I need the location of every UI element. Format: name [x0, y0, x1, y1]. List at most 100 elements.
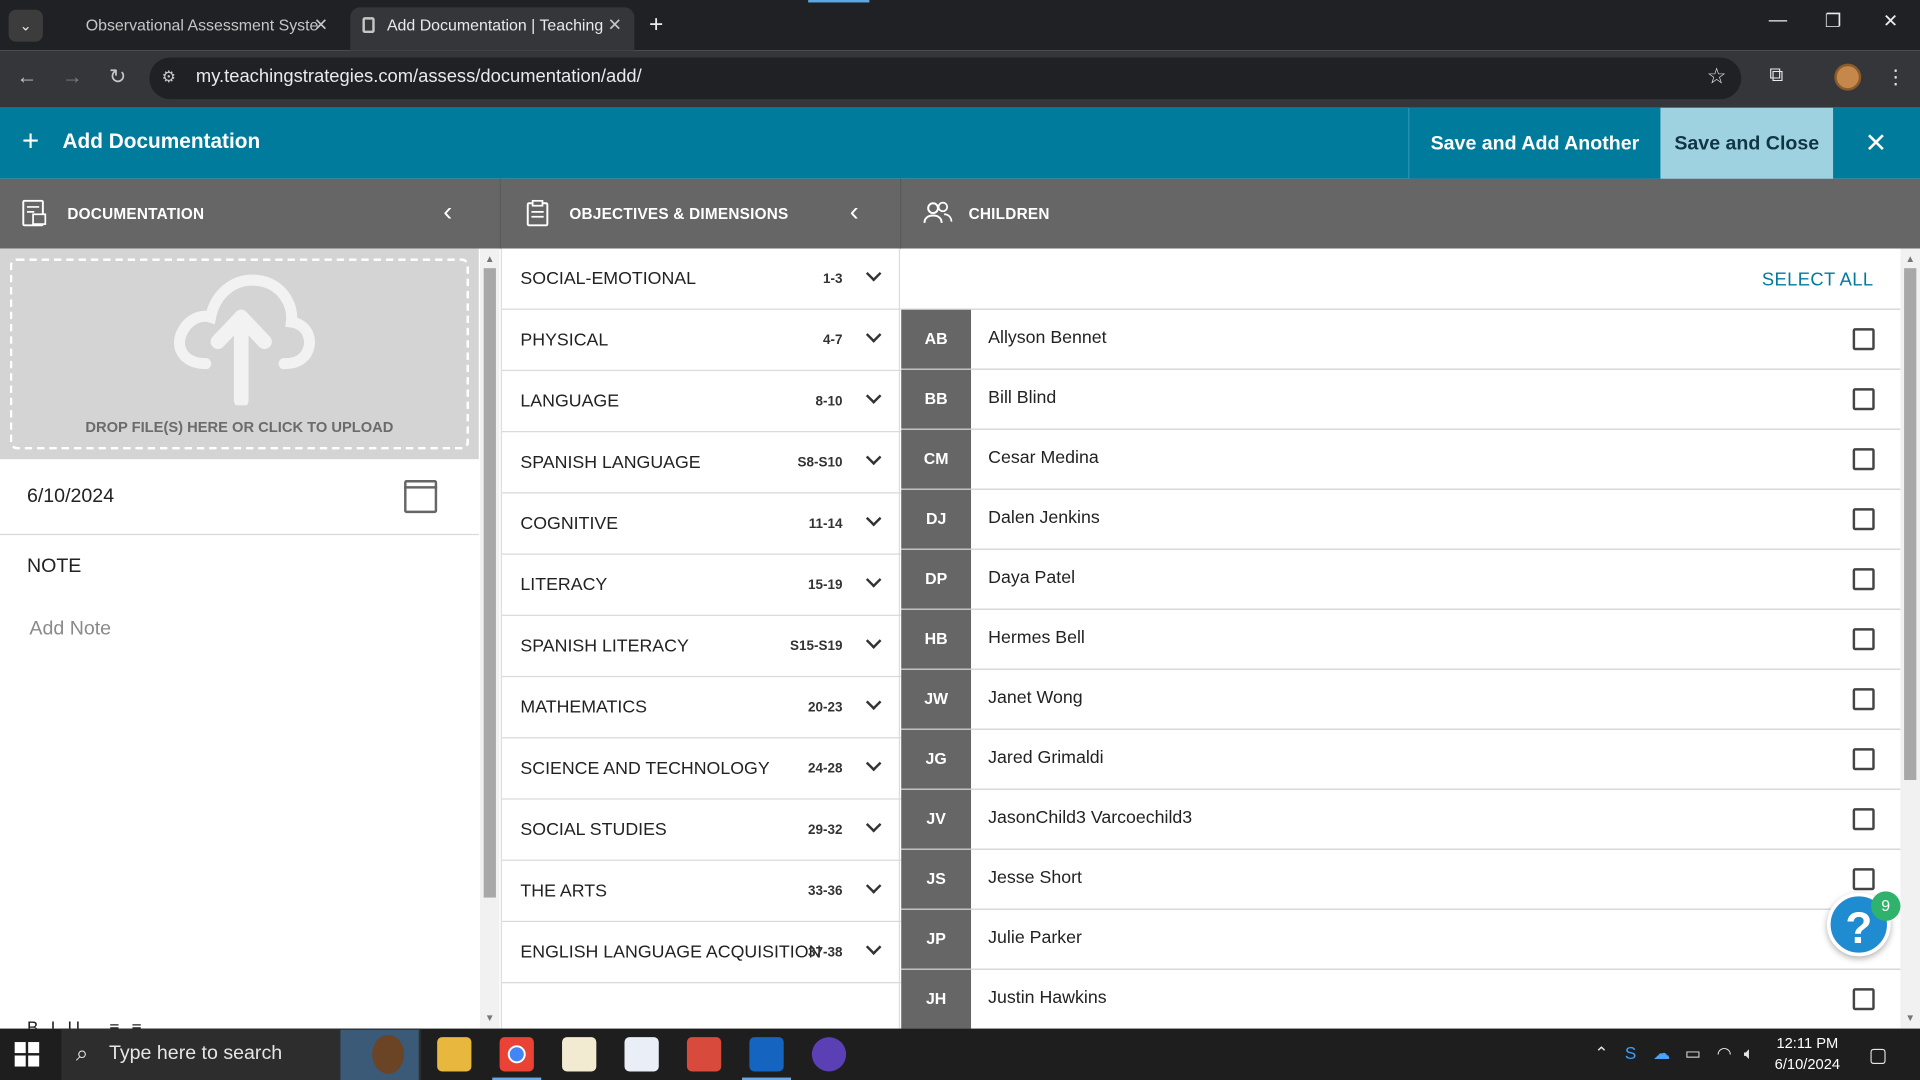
chevron-down-icon[interactable]	[867, 880, 882, 895]
child-row[interactable]: JG Jared Grimaldi	[901, 729, 1901, 790]
child-row[interactable]: AB Allyson Bennet	[901, 309, 1901, 370]
browser-tab-2[interactable]: Add Documentation | Teaching ✕	[350, 7, 635, 51]
objective-row[interactable]: ENGLISH LANGUAGE ACQUISITION 37-38	[502, 922, 902, 984]
chevron-down-icon[interactable]	[867, 819, 882, 834]
child-checkbox[interactable]	[1852, 628, 1875, 651]
bookmark-star-icon[interactable]: ☆	[1707, 64, 1727, 90]
taskbar-search[interactable]: ⌕ Type here to search	[61, 1028, 422, 1080]
app-icon[interactable]	[562, 1037, 597, 1072]
chevron-down-icon[interactable]	[867, 697, 882, 712]
tab-search-icon[interactable]: ⌄	[8, 9, 43, 42]
child-row[interactable]: DJ Dalen Jenkins	[901, 489, 1901, 550]
wifi-icon[interactable]: ◠	[1717, 1043, 1732, 1064]
scroll-thumb[interactable]	[1904, 268, 1917, 781]
child-checkbox[interactable]	[1852, 748, 1875, 771]
objective-row[interactable]: SOCIAL STUDIES 29-32	[502, 800, 902, 861]
close-icon[interactable]: ✕	[1851, 125, 1900, 162]
child-row[interactable]: DP Daya Patel	[901, 549, 1901, 610]
upload-dropzone[interactable]: DROP FILE(S) HERE OR CLICK TO UPLOAD	[9, 258, 469, 450]
panel-app-icon[interactable]	[624, 1037, 659, 1072]
battery-icon[interactable]: ▭	[1685, 1043, 1701, 1064]
objective-row[interactable]: SPANISH LANGUAGE S8-S10	[502, 432, 902, 494]
profile-avatar[interactable]	[1834, 63, 1862, 91]
date-value[interactable]: 6/10/2024	[27, 486, 114, 508]
windows-start-icon[interactable]	[14, 1042, 40, 1067]
security-icon[interactable]: S	[1625, 1043, 1636, 1063]
chevron-down-icon[interactable]	[867, 268, 882, 283]
url-text[interactable]: my.teachingstrategies.com/assess/documen…	[196, 66, 642, 87]
taskbar-clock[interactable]: 12:11 PM 6/10/2024	[1763, 1033, 1851, 1075]
extensions-icon[interactable]: ⧉	[1769, 65, 1783, 87]
child-row[interactable]: HB Hermes Bell	[901, 609, 1901, 670]
objective-row[interactable]: MATHEMATICS 20-23	[502, 677, 902, 739]
browser-menu-icon[interactable]: ⋮	[1886, 65, 1906, 89]
minimize-icon[interactable]: —	[1760, 10, 1797, 31]
child-row[interactable]: JV JasonChild3 Varcoechild3	[901, 789, 1901, 850]
child-checkbox[interactable]	[1852, 568, 1875, 591]
objective-row[interactable]: LITERACY 15-19	[502, 555, 902, 616]
child-checkbox[interactable]	[1852, 988, 1875, 1011]
notifications-icon[interactable]: ▢	[1869, 1043, 1888, 1067]
edge-app-icon[interactable]	[811, 1037, 847, 1072]
tray-chevron-icon[interactable]: ⌃	[1594, 1043, 1608, 1064]
file-explorer-icon[interactable]	[437, 1037, 472, 1072]
save-and-close-button[interactable]: Save and Close	[1660, 107, 1834, 179]
tab-close-icon[interactable]: ✕	[314, 7, 328, 43]
child-row[interactable]: JP Julie Parker	[901, 909, 1901, 970]
snipping-tool-icon[interactable]	[686, 1037, 722, 1072]
chevron-down-icon[interactable]	[867, 391, 882, 406]
save-and-add-another-button[interactable]: Save and Add Another	[1408, 107, 1661, 179]
scroll-up-icon[interactable]: ▲	[485, 253, 495, 264]
objective-row[interactable]: SCIENCE AND TECHNOLOGY 24-28	[502, 738, 902, 800]
outlook-icon[interactable]	[742, 1037, 792, 1080]
objective-row[interactable]: LANGUAGE 8-10	[502, 371, 902, 433]
child-row[interactable]: BB Bill Blind	[901, 369, 1901, 430]
rich-text-toolbar[interactable]: BIU ≡≡	[27, 1018, 154, 1029]
select-all-link[interactable]: SELECT ALL	[1762, 269, 1874, 290]
chevron-down-icon[interactable]	[867, 942, 882, 957]
chrome-icon[interactable]	[492, 1037, 542, 1080]
left-scrollbar[interactable]: ▲ ▼	[480, 248, 500, 1029]
objective-row[interactable]: SOCIAL-EMOTIONAL 1-3	[502, 249, 902, 310]
chevron-down-icon[interactable]	[867, 513, 882, 528]
objective-row[interactable]: COGNITIVE 11-14	[502, 493, 902, 555]
objective-row[interactable]: PHYSICAL 4-7	[502, 310, 902, 372]
scroll-down-icon[interactable]: ▼	[1905, 1013, 1915, 1024]
objective-row[interactable]: THE ARTS 33-36	[502, 861, 902, 923]
window-close-icon[interactable]: ✕	[1872, 10, 1909, 32]
new-tab-icon[interactable]: +	[649, 10, 663, 39]
search-placeholder[interactable]: Type here to search	[109, 1043, 282, 1065]
child-checkbox[interactable]	[1852, 388, 1875, 411]
chevron-down-icon[interactable]	[867, 452, 882, 467]
note-input[interactable]: Add Note	[29, 618, 111, 640]
forward-icon[interactable]: →	[58, 65, 87, 89]
restore-icon[interactable]: ❐	[1815, 10, 1852, 32]
child-checkbox[interactable]	[1852, 328, 1875, 351]
calendar-icon[interactable]	[404, 480, 438, 514]
chevron-down-icon[interactable]	[867, 758, 882, 773]
chevron-down-icon[interactable]	[867, 636, 882, 651]
child-checkbox[interactable]	[1852, 808, 1875, 831]
onedrive-icon[interactable]: ☁	[1653, 1043, 1670, 1064]
browser-tab-1[interactable]: Observational Assessment Syste ✕	[66, 7, 340, 50]
child-checkbox[interactable]	[1852, 448, 1875, 471]
collapse-chevron-icon[interactable]: ‹	[850, 196, 859, 228]
scroll-up-icon[interactable]: ▲	[1905, 253, 1915, 264]
child-row[interactable]: JW Janet Wong	[901, 669, 1901, 730]
child-row[interactable]: CM Cesar Medina	[901, 429, 1901, 490]
chevron-down-icon[interactable]	[867, 329, 882, 344]
date-field[interactable]: 6/10/2024	[0, 459, 479, 536]
objective-row[interactable]: SPANISH LITERACY S15-S19	[502, 616, 902, 678]
chevron-down-icon[interactable]	[867, 574, 882, 589]
children-scrollbar[interactable]: ▲ ▼	[1900, 248, 1920, 1029]
child-checkbox[interactable]	[1852, 508, 1875, 531]
scroll-thumb[interactable]	[483, 268, 496, 898]
child-row[interactable]: JS Jesse Short	[901, 849, 1901, 910]
omnibox[interactable]: ⚙ my.teachingstrategies.com/assess/docum…	[149, 57, 1742, 100]
scroll-down-icon[interactable]: ▼	[485, 1013, 495, 1024]
tab-close-icon[interactable]: ✕	[608, 7, 622, 43]
child-row[interactable]: JH Justin Hawkins	[901, 969, 1901, 1030]
volume-icon[interactable]: 🔈︎	[1744, 1043, 1754, 1064]
child-checkbox[interactable]	[1852, 868, 1875, 891]
site-info-icon[interactable]: ⚙	[162, 67, 176, 87]
